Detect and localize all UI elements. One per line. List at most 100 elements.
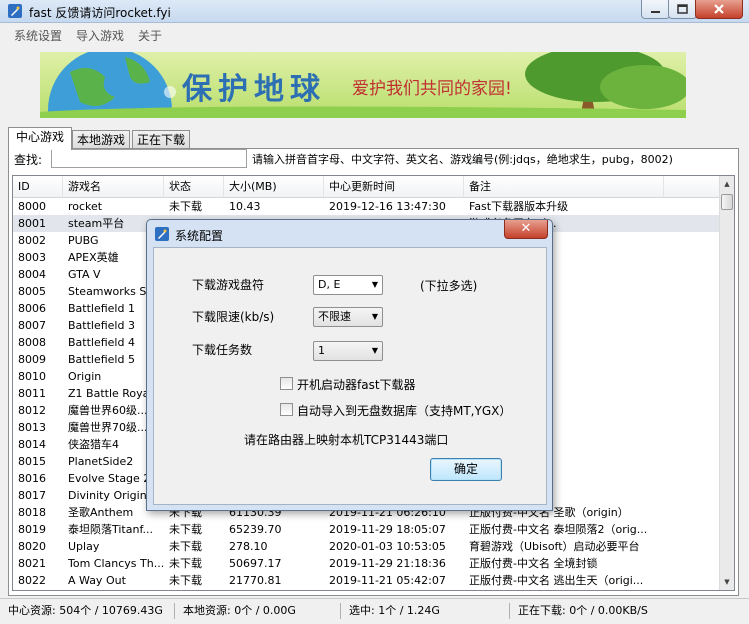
minimize-icon	[651, 11, 660, 13]
menu-about[interactable]: 关于	[138, 27, 162, 44]
vertical-scrollbar[interactable]: ▲ ▼	[719, 176, 734, 590]
autoimport-checkbox[interactable]	[280, 403, 293, 416]
earth-banner: 保护地球 爱护我们共同的家园!	[40, 52, 686, 118]
speed-select[interactable]: 不限速 ▼	[313, 307, 383, 327]
cell-name: 泰坦陨落Titanf...	[68, 523, 154, 536]
cell-id: 8008	[18, 336, 46, 349]
cell-status: 未下载	[169, 540, 202, 553]
cell-size: 10.43	[229, 200, 261, 213]
col-note[interactable]: 备注	[464, 176, 664, 197]
banner-subtitle: 爱护我们共同的家园!	[352, 79, 512, 99]
menu-system-settings[interactable]: 系统设置	[14, 27, 62, 44]
cell-id: 8011	[18, 387, 46, 400]
cell-name: Tom Clancys Th...	[68, 557, 164, 570]
cell-id: 8002	[18, 234, 46, 247]
col-updated[interactable]: 中心更新时间	[324, 176, 464, 197]
dialog-close-button[interactable]: ✕	[504, 220, 548, 239]
menu-import-games[interactable]: 导入游戏	[76, 27, 124, 44]
scroll-down-icon[interactable]: ▼	[720, 574, 734, 590]
banner-title: 保护地球	[182, 72, 326, 107]
cell-id: 8010	[18, 370, 46, 383]
cell-id: 8003	[18, 251, 46, 264]
minimize-button[interactable]	[641, 0, 670, 19]
cell-note: Fast下载器版本升级	[469, 200, 569, 213]
drive-label: 下载游戏盘符	[192, 278, 265, 292]
status-center: 中心资源: 504个 / 10769.43G	[8, 604, 163, 617]
cell-size: 21770.81	[229, 574, 282, 587]
search-label: 查找:	[14, 153, 43, 167]
cell-note: 正版付费-中文名 全境封锁	[469, 557, 598, 570]
cell-status: 未下载	[169, 557, 202, 570]
cell-id: 8018	[18, 506, 46, 519]
window-title: fast 反馈请访问rocket.fyi	[29, 6, 171, 20]
col-name[interactable]: 游戏名	[63, 176, 164, 197]
cell-id: 8013	[18, 421, 46, 434]
ok-button[interactable]: 确定	[430, 458, 502, 481]
close-icon: ✕	[520, 221, 532, 236]
status-selected: 选中: 1个 / 1.24G	[340, 603, 440, 619]
tasks-label: 下载任务数	[192, 343, 253, 357]
cell-status: 未下载	[169, 200, 202, 213]
autostart-checkbox[interactable]	[280, 377, 293, 390]
speed-select-value: 不限速	[318, 310, 351, 323]
cell-status: 未下载	[169, 523, 202, 536]
cell-id: 8014	[18, 438, 46, 451]
cell-note: 育碧游戏（Ubisoft）启动必要平台	[469, 540, 640, 553]
dialog-title: 系统配置	[175, 229, 224, 243]
cell-size: 50697.17	[229, 557, 282, 570]
cell-id: 8000	[18, 200, 46, 213]
scroll-up-icon[interactable]: ▲	[720, 176, 734, 192]
cell-id: 8021	[18, 557, 46, 570]
close-button[interactable]	[695, 0, 743, 19]
settings-dialog: 系统配置 ✕ 下载游戏盘符 D, E ▼ (下拉多选) 下载限速(kb/s) 不…	[146, 219, 553, 511]
cell-id: 8015	[18, 455, 46, 468]
cell-id: 8007	[18, 319, 46, 332]
chevron-down-icon: ▼	[371, 346, 378, 355]
drive-note: (下拉多选)	[420, 279, 478, 293]
maximize-button[interactable]	[668, 0, 697, 19]
cell-id: 8022	[18, 574, 46, 587]
col-id[interactable]: ID	[13, 176, 63, 197]
cell-note: 正版付费-中文名 逃出生天（origi...	[469, 574, 644, 587]
cell-id: 8006	[18, 302, 46, 315]
dialog-body: 下载游戏盘符 D, E ▼ (下拉多选) 下载限速(kb/s) 不限速 ▼ 下载…	[153, 247, 547, 505]
chevron-down-icon: ▼	[371, 312, 378, 321]
autoimport-label: 自动导入到无盘数据库（支持MT,YGX）	[297, 404, 512, 418]
table-row[interactable]: 8000 rocket 未下载 10.43 2019-12-16 13:47:30 Fas…	[13, 198, 719, 215]
table-header: ID 游戏名 状态 大小(MB) 中心更新时间 备注	[13, 176, 719, 198]
cell-id: 8017	[18, 489, 46, 502]
close-icon	[714, 4, 724, 14]
status-bar: 中心资源: 504个 / 10769.43G 本地资源: 0个 / 0.00G …	[0, 598, 749, 624]
search-input[interactable]	[51, 149, 247, 168]
cell-updated: 2019-11-29 21:18:36	[329, 557, 446, 570]
tasks-select[interactable]: 1 ▼	[313, 341, 383, 361]
cell-updated: 2020-01-03 10:53:05	[329, 540, 446, 553]
table-row[interactable]: 8022 A Way Out 未下载 21770.81 2019-11-21 05:42…	[13, 572, 719, 589]
tasks-select-value: 1	[318, 344, 325, 357]
cell-note: 正版付费-中文名 泰坦陨落2（orig...	[469, 523, 648, 536]
drive-select[interactable]: D, E ▼	[313, 275, 383, 295]
table-row[interactable]: 8021 Tom Clancys Th... 未下载 50697.17 2019-11-…	[13, 555, 719, 572]
cell-id: 8020	[18, 540, 46, 553]
rocket-icon	[8, 4, 22, 18]
table-row[interactable]: 8020 Uplay 未下载 278.10 2020-01-03 10:53:05 育碧游…	[13, 538, 719, 555]
tab-downloading[interactable]: 正在下载	[132, 130, 190, 149]
col-status[interactable]: 状态	[164, 176, 224, 197]
rocket-icon	[155, 227, 169, 241]
col-size[interactable]: 大小(MB)	[224, 176, 324, 197]
tab-local-games[interactable]: 本地游戏	[72, 130, 130, 149]
cell-name: rocket	[68, 200, 103, 213]
cell-updated: 2019-11-29 18:05:07	[329, 523, 446, 536]
drive-select-value: D, E	[318, 278, 341, 291]
scroll-thumb[interactable]	[721, 194, 733, 210]
search-hint: 请输入拼音首字母、中文字符、英文名、游戏编号(例:jdqs，绝地求生，pubg，…	[252, 153, 673, 166]
cell-id: 8016	[18, 472, 46, 485]
cell-name: Uplay	[68, 540, 100, 553]
cell-id: 8004	[18, 268, 46, 281]
tab-center-games[interactable]: 中心游戏	[8, 127, 72, 150]
cell-updated: 2019-12-16 13:47:30	[329, 200, 446, 213]
table-row[interactable]: 8019 泰坦陨落Titanf... 未下载 65239.70 2019-11-29 1…	[13, 521, 719, 538]
title-bar: fast 反馈请访问rocket.fyi	[0, 0, 749, 23]
status-downloading: 正在下载: 0个 / 0.00KB/S	[509, 603, 648, 619]
cell-id: 8019	[18, 523, 46, 536]
